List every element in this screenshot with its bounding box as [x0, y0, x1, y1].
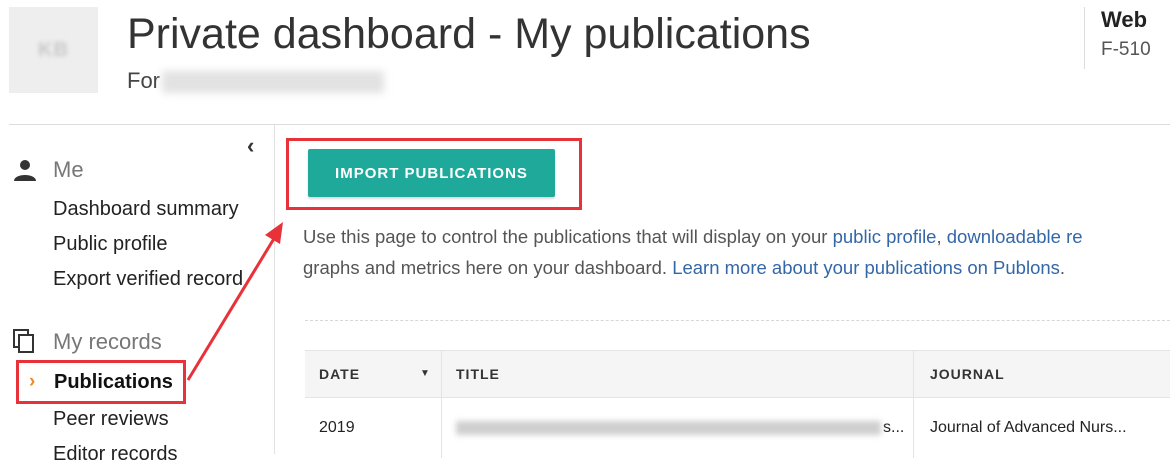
chevron-right-icon: ›: [29, 371, 36, 392]
records-icon: [12, 329, 38, 355]
public-profile-link[interactable]: public profile: [833, 226, 937, 247]
row-title-suffix: s...: [883, 419, 905, 436]
for-label: For: [127, 68, 160, 93]
description-line-2: graphs and metrics here on your dashboar…: [303, 252, 1170, 283]
sidebar-section-my-records: My records: [12, 329, 162, 355]
collapse-sidebar-icon[interactable]: ‹: [247, 133, 254, 159]
learn-more-link[interactable]: Learn more about your publications on Pu…: [672, 257, 1060, 278]
table-row[interactable]: 2019 s... Journal of Advanced Nurs...: [305, 398, 1170, 458]
description-text: ,: [936, 226, 947, 247]
sidebar-item-publications[interactable]: › Publications: [16, 360, 186, 404]
blurred-owner-name: [162, 71, 384, 94]
blurred-title: [456, 420, 881, 435]
column-separator: [441, 351, 442, 397]
owner-line: For: [127, 68, 384, 94]
header-right-title: Web: [1101, 7, 1148, 32]
sidebar-item-peer-reviews[interactable]: Peer reviews: [53, 408, 169, 431]
column-header-title[interactable]: TITLE: [456, 351, 500, 397]
page-title: Private dashboard - My publications: [127, 10, 811, 58]
section-divider: [305, 320, 1170, 321]
publications-table: DATE ▼ TITLE JOURNAL 2019 s... Journal o…: [305, 350, 1170, 458]
header-right-panel: Web F-510: [1084, 7, 1151, 69]
description-text: graphs and metrics here on your dashboar…: [303, 257, 673, 278]
avatar-initials: KB: [38, 38, 69, 61]
row-date: 2019: [319, 419, 355, 436]
import-highlight-box: IMPORT PUBLICATIONS: [286, 138, 582, 210]
page-description: Use this page to control the publication…: [303, 221, 1170, 283]
column-header-date[interactable]: DATE: [319, 351, 360, 397]
description-text: Use this page to control the publication…: [303, 226, 833, 247]
sort-descending-icon[interactable]: ▼: [420, 351, 430, 397]
row-title[interactable]: s...: [456, 398, 904, 458]
table-header: DATE ▼ TITLE JOURNAL: [305, 350, 1170, 398]
sidebar-item-export-verified-record[interactable]: Export verified record: [53, 268, 243, 291]
column-separator: [913, 351, 914, 397]
sidebar-item-public-profile[interactable]: Public profile: [53, 233, 168, 256]
column-separator: [441, 398, 442, 458]
description-line-1: Use this page to control the publication…: [303, 221, 1170, 252]
person-icon: [12, 158, 38, 182]
column-header-journal[interactable]: JOURNAL: [930, 351, 1005, 397]
row-journal: Journal of Advanced Nurs...: [930, 419, 1127, 436]
sidebar-section-my-records-label: My records: [53, 329, 162, 354]
column-separator: [913, 398, 914, 458]
header-right-subtitle: F-510: [1101, 39, 1151, 60]
sidebar-section-me: Me: [12, 157, 84, 183]
sidebar-item-editor-records[interactable]: Editor records: [53, 443, 178, 466]
avatar: KB: [9, 7, 98, 93]
sidebar: ‹ Me Dashboard summary Public profile Ex…: [0, 125, 275, 465]
description-text: .: [1059, 257, 1066, 278]
downloadable-record-link[interactable]: downloadable re: [947, 226, 1083, 247]
import-publications-button[interactable]: IMPORT PUBLICATIONS: [308, 149, 555, 197]
sidebar-item-dashboard-summary[interactable]: Dashboard summary: [53, 198, 239, 221]
sidebar-section-me-label: Me: [53, 157, 84, 182]
sidebar-item-publications-label: Publications: [54, 371, 173, 393]
